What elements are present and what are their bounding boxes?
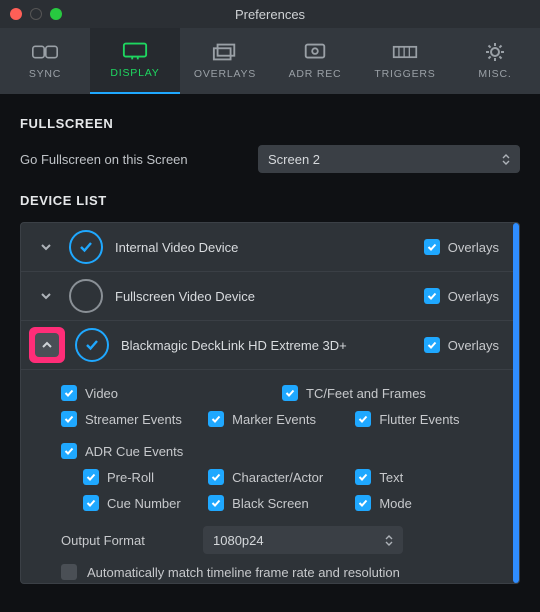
select-value: Screen 2 (268, 152, 320, 167)
device-enable-toggle[interactable] (75, 328, 109, 362)
tab-label: TRIGGERS (374, 68, 435, 80)
chevron-down-icon[interactable] (35, 285, 57, 307)
tab-display[interactable]: DISPLAY (90, 28, 180, 94)
tab-misc[interactable]: MISC. (450, 28, 540, 94)
tab-sync[interactable]: SYNC (0, 28, 90, 94)
device-enable-toggle[interactable] (69, 230, 103, 264)
device-name: Blackmagic DeckLink HD Extreme 3D+ (121, 338, 412, 353)
updown-icon (385, 535, 393, 546)
tab-label: MISC. (478, 68, 511, 80)
option-character-checkbox[interactable] (208, 469, 224, 485)
option-label: Character/Actor (232, 470, 323, 485)
option-label: Black Screen (232, 496, 309, 511)
tab-triggers[interactable]: TRIGGERS (360, 28, 450, 94)
window-title: Preferences (0, 7, 540, 22)
sync-icon (32, 42, 58, 62)
tab-overlays[interactable]: OVERLAYS (180, 28, 270, 94)
device-row: Blackmagic DeckLink HD Extreme 3D+ Overl… (21, 321, 519, 370)
tab-adr-rec[interactable]: ADR REC (270, 28, 360, 94)
device-name: Fullscreen Video Device (115, 289, 412, 304)
preference-tabs: SYNC DISPLAY OVERLAYS ADR REC TRIGGERS M… (0, 28, 540, 94)
option-label: ADR Cue Events (85, 444, 183, 459)
option-label: Cue Number (107, 496, 181, 511)
select-value: 1080p24 (213, 533, 264, 548)
updown-icon (502, 154, 510, 165)
option-tcfeet-checkbox[interactable] (282, 385, 298, 401)
fullscreen-screen-select[interactable]: Screen 2 (258, 145, 520, 173)
adr-rec-icon (302, 42, 328, 62)
option-label: TC/Feet and Frames (306, 386, 426, 401)
titlebar: Preferences (0, 0, 540, 28)
option-text-checkbox[interactable] (355, 469, 371, 485)
option-label: Mode (379, 496, 412, 511)
chevron-down-icon[interactable] (35, 236, 57, 258)
overlays-label: Overlays (448, 240, 499, 255)
device-row: Fullscreen Video Device Overlays (21, 272, 519, 321)
chevron-up-icon[interactable] (29, 327, 65, 363)
option-mode-checkbox[interactable] (355, 495, 371, 511)
option-marker-checkbox[interactable] (208, 411, 224, 427)
overlays-checkbox[interactable] (424, 337, 440, 353)
device-name: Internal Video Device (115, 240, 412, 255)
output-format-select[interactable]: 1080p24 (203, 526, 403, 554)
option-label: Streamer Events (85, 412, 182, 427)
device-row: Internal Video Device Overlays (21, 223, 519, 272)
fullscreen-heading: FULLSCREEN (20, 116, 520, 131)
option-label: Text (379, 470, 403, 485)
output-format-label: Output Format (61, 533, 189, 548)
overlays-label: Overlays (448, 289, 499, 304)
gear-icon (482, 42, 508, 62)
fullscreen-label: Go Fullscreen on this Screen (20, 152, 258, 167)
option-flutter-checkbox[interactable] (355, 411, 371, 427)
overlays-label: Overlays (448, 338, 499, 353)
option-streamer-checkbox[interactable] (61, 411, 77, 427)
display-icon (122, 41, 148, 61)
overlays-checkbox[interactable] (424, 288, 440, 304)
device-list: Internal Video Device Overlays Fullscree… (20, 222, 520, 584)
option-label: Flutter Events (379, 412, 459, 427)
device-enable-toggle[interactable] (69, 279, 103, 313)
option-adrcue-checkbox[interactable] (61, 443, 77, 459)
option-label: Video (85, 386, 118, 401)
option-video-checkbox[interactable] (61, 385, 77, 401)
option-blackscreen-checkbox[interactable] (208, 495, 224, 511)
tab-label: ADR REC (289, 68, 342, 80)
device-options-panel: Video TC/Feet and Frames Streamer Events… (21, 370, 519, 584)
tab-label: SYNC (29, 68, 61, 80)
option-label: Pre-Roll (107, 470, 154, 485)
tab-label: DISPLAY (110, 67, 159, 79)
device-list-heading: DEVICE LIST (20, 193, 520, 208)
option-label: Marker Events (232, 412, 316, 427)
auto-match-checkbox[interactable] (61, 564, 77, 580)
tab-label: OVERLAYS (194, 68, 256, 80)
option-preroll-checkbox[interactable] (83, 469, 99, 485)
triggers-icon (392, 42, 418, 62)
auto-match-label: Automatically match timeline frame rate … (87, 565, 400, 580)
overlays-checkbox[interactable] (424, 239, 440, 255)
scrollbar[interactable] (513, 223, 519, 583)
option-cuenumber-checkbox[interactable] (83, 495, 99, 511)
overlays-icon (212, 42, 238, 62)
